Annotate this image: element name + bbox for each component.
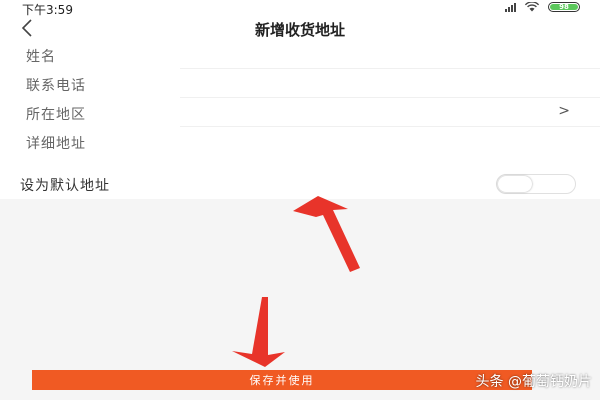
name-field[interactable]: 姓名	[0, 40, 600, 69]
address-detail-label: 详细地址	[26, 136, 86, 152]
phone-field[interactable]: 联系电话	[0, 69, 600, 98]
name-field-label: 姓名	[26, 49, 56, 65]
battery-icon: 98	[548, 2, 580, 12]
page-title: 新增收货地址	[254, 21, 345, 39]
save-and-use-button[interactable]: 保存并使用	[32, 370, 532, 390]
toggle-knob	[498, 176, 532, 192]
battery-level: 98	[550, 4, 578, 11]
status-bar: 下午3:59 98	[0, 0, 600, 17]
signal-icon	[505, 2, 516, 12]
wifi-icon	[524, 2, 540, 12]
chevron-right-icon[interactable]: >	[558, 103, 570, 119]
phone-field-label: 联系电话	[26, 78, 86, 94]
nav-bar: 新增收货地址	[0, 16, 600, 42]
region-field-label: 所在地区	[26, 107, 86, 123]
status-icons: 98	[505, 2, 580, 12]
default-address-toggle[interactable]	[496, 174, 576, 194]
region-field[interactable]: 所在地区 >	[0, 98, 600, 127]
watermark: 头条 @葡萄钙奶片	[475, 374, 592, 390]
default-address-row: 设为默认地址	[0, 170, 600, 198]
address-detail-field[interactable]: 详细地址	[0, 127, 600, 156]
default-address-label: 设为默认地址	[20, 178, 110, 194]
